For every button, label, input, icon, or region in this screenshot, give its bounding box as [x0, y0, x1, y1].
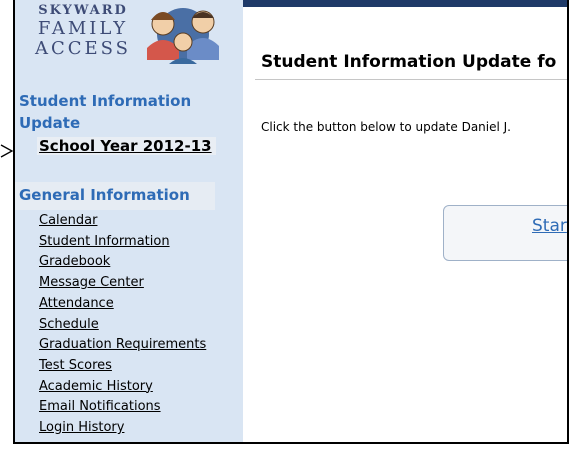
sidebar: SKYWARD FAMILY ACCESS Student Informatio…: [15, 0, 243, 442]
nav-link-gradebook[interactable]: Gradebook: [39, 252, 206, 273]
nav-link-message-center[interactable]: Message Center: [39, 273, 206, 294]
family-figures-icon: [147, 8, 219, 64]
school-year-link[interactable]: School Year 2012-13: [37, 137, 216, 155]
top-header-bar: [243, 0, 567, 7]
arrow-pointer-icon: [0, 144, 14, 158]
browser-frame: SKYWARD FAMILY ACCESS Student Informatio…: [13, 0, 569, 444]
section-title-general-information: General Information: [15, 182, 215, 210]
general-information-nav: Calendar Student Information Gradebook M…: [39, 211, 206, 439]
nav-link-graduation-requirements[interactable]: Graduation Requirements: [39, 335, 206, 356]
nav-link-student-information[interactable]: Student Information: [39, 232, 206, 253]
logo-line-1: SKYWARD: [38, 3, 128, 18]
section-title-student-info-update: Student Information Update: [19, 92, 192, 132]
title-divider: [255, 79, 567, 80]
nav-link-schedule[interactable]: Schedule: [39, 315, 206, 336]
logo-line-2: FAMILY: [37, 18, 129, 39]
nav-link-test-scores[interactable]: Test Scores: [39, 356, 206, 377]
page-title: Student Information Update fo: [261, 52, 557, 72]
nav-link-attendance[interactable]: Attendance: [39, 294, 206, 315]
skyward-family-access-logo[interactable]: SKYWARD FAMILY ACCESS: [21, 0, 251, 70]
nav-link-login-history[interactable]: Login History: [39, 418, 206, 439]
nav-link-calendar[interactable]: Calendar: [39, 211, 206, 232]
nav-link-email-notifications[interactable]: Email Notifications: [39, 397, 206, 418]
start-button-label: Star: [532, 216, 567, 236]
instruction-text: Click the button below to update Daniel …: [261, 120, 511, 134]
start-update-button[interactable]: Star: [443, 205, 567, 261]
nav-link-academic-history[interactable]: Academic History: [39, 377, 206, 398]
logo-line-3: ACCESS: [34, 38, 132, 59]
